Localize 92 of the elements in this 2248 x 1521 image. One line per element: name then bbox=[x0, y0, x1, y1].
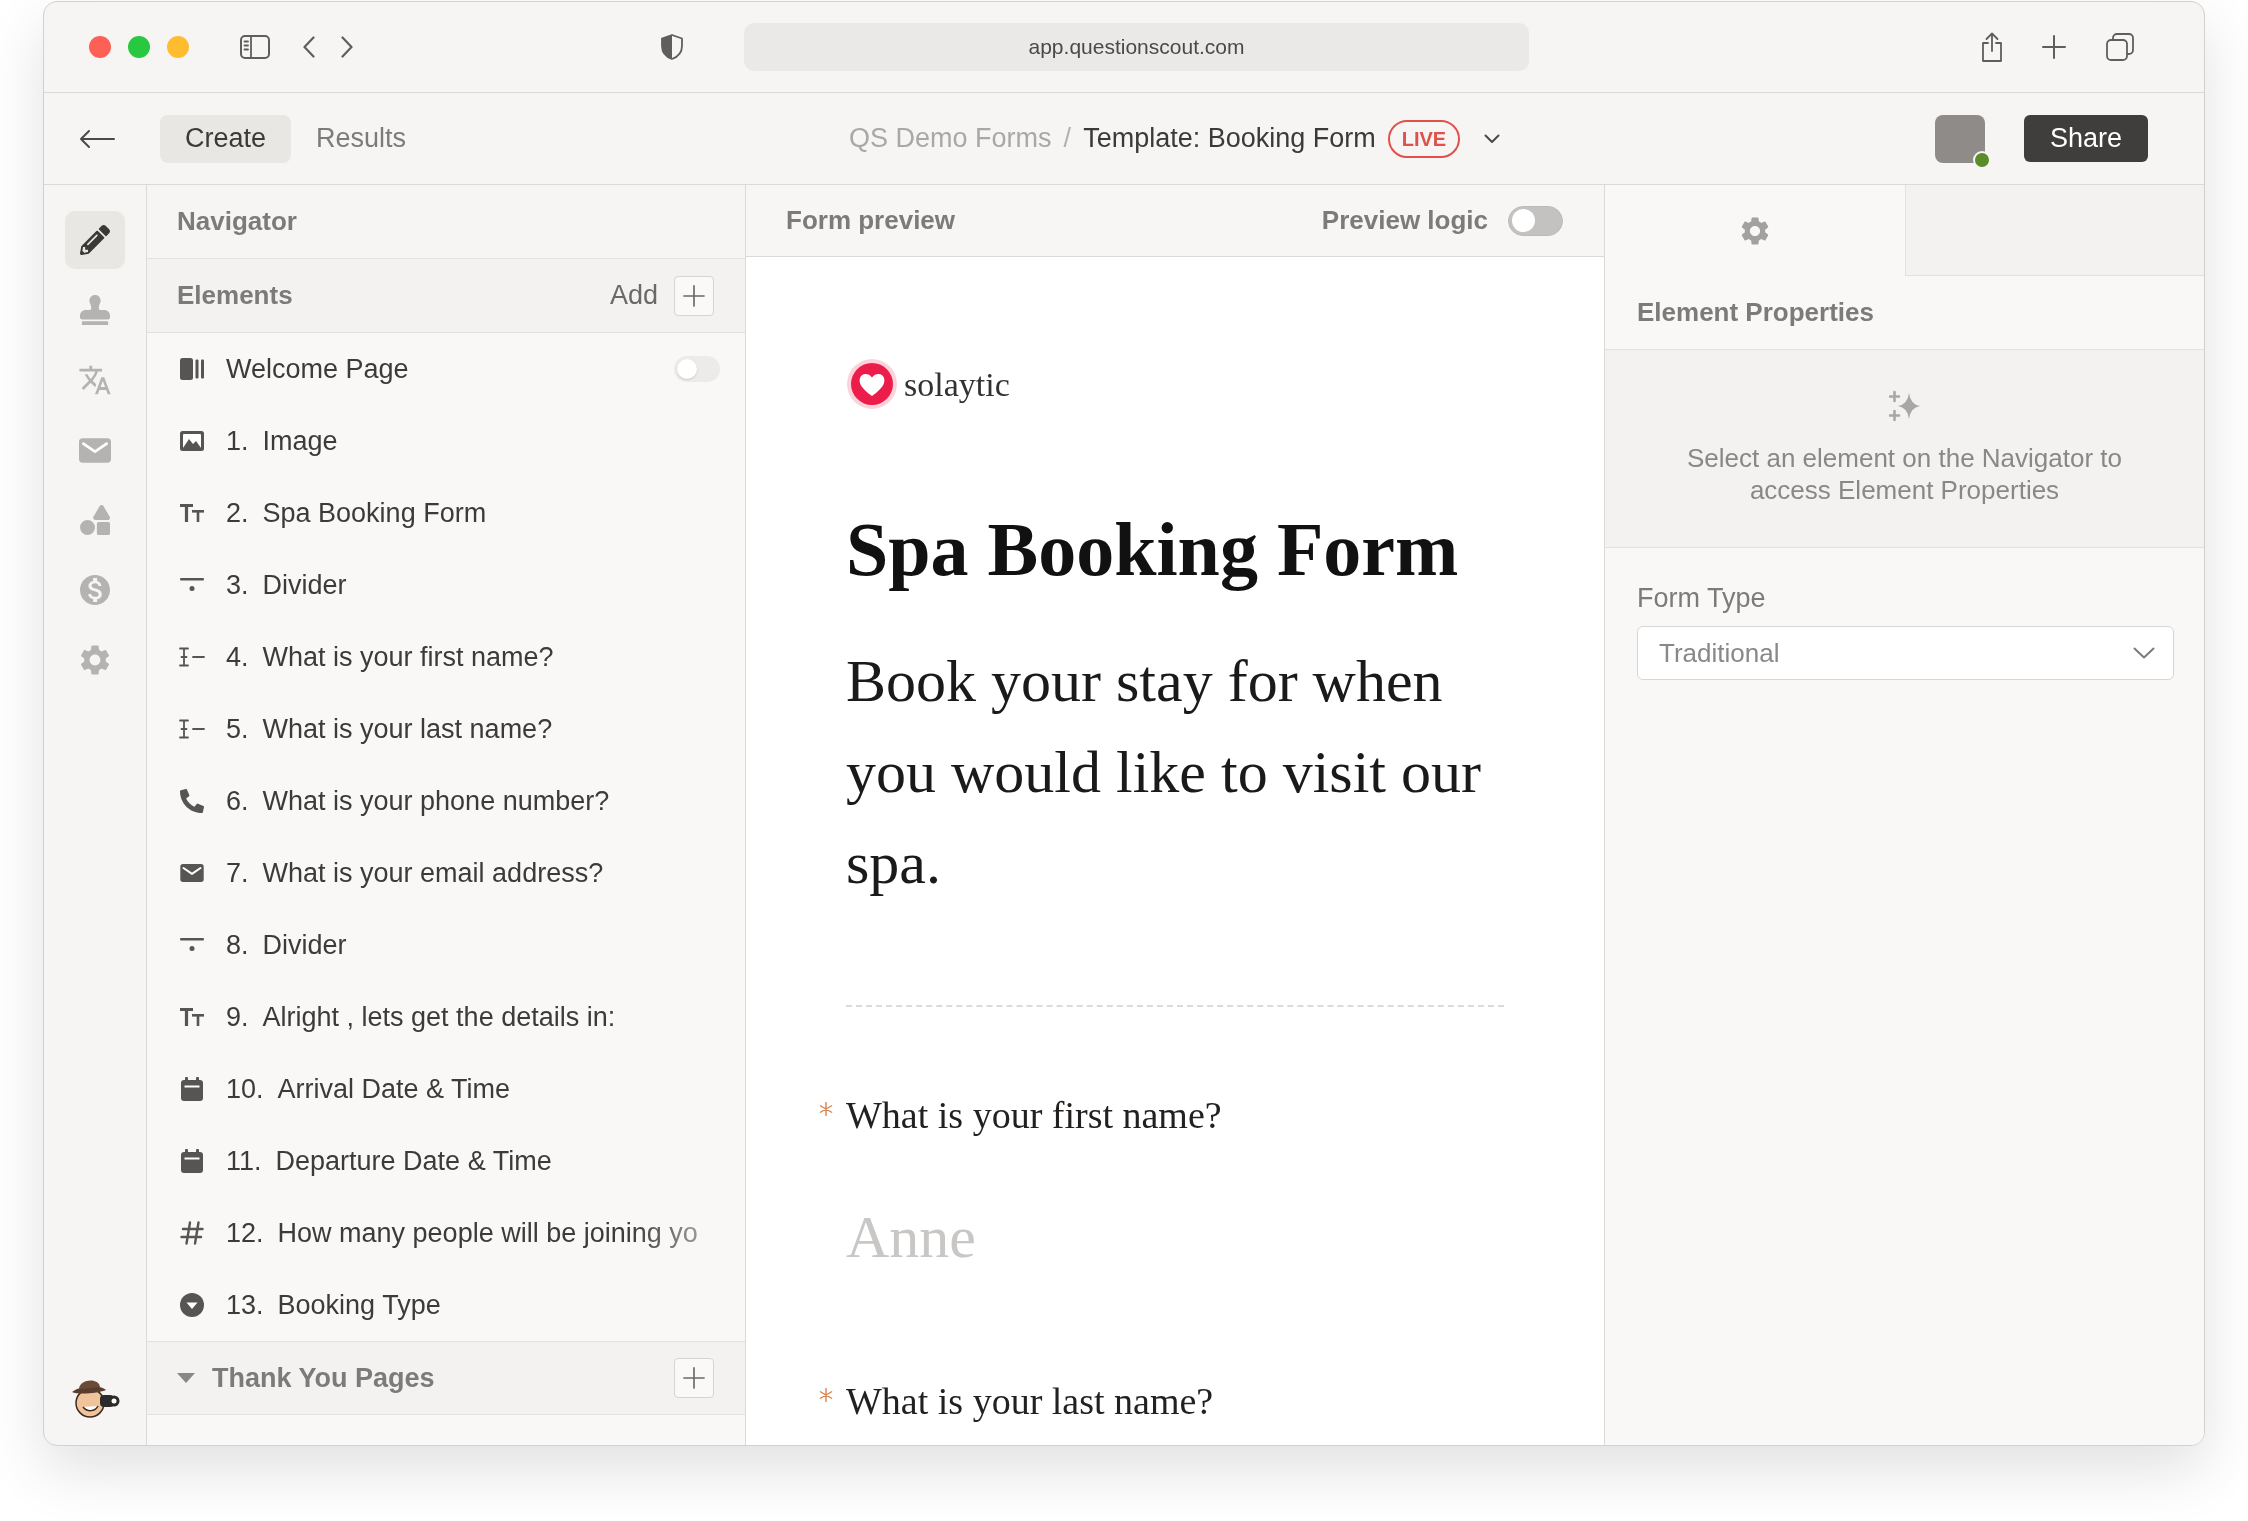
item-number: 4. bbox=[226, 640, 249, 674]
calendar-icon bbox=[181, 1077, 203, 1101]
add-page-button[interactable] bbox=[674, 1358, 714, 1398]
sidebar-tab[interactable] bbox=[65, 211, 125, 269]
chevron-down-icon bbox=[2133, 647, 2155, 659]
add-label[interactable]: Add bbox=[609, 275, 658, 316]
add-element-button[interactable] bbox=[674, 275, 714, 316]
share-button[interactable]: Share bbox=[2024, 115, 2148, 162]
element-label[interactable]: What is your phone number? bbox=[262, 780, 610, 822]
item-number: 11. bbox=[226, 1144, 262, 1178]
element-label[interactable]: Image bbox=[262, 420, 338, 462]
element-label[interactable]: Arrival Date & Time bbox=[277, 1068, 511, 1110]
window-zoom-button[interactable] bbox=[128, 36, 150, 58]
back-chevron-icon[interactable] bbox=[303, 36, 315, 58]
item-number: 9. bbox=[226, 1000, 249, 1034]
element-label[interactable]: Departure Date & Time bbox=[275, 1140, 552, 1182]
shield-icon[interactable] bbox=[661, 34, 683, 60]
welcome-page-toggle[interactable] bbox=[674, 356, 720, 382]
live-badge: LIVE bbox=[1387, 119, 1461, 158]
form-name: Template: Booking Form bbox=[1083, 122, 1376, 156]
envelope-icon bbox=[180, 864, 204, 882]
form-type-select[interactable]: Traditional bbox=[1637, 626, 2174, 680]
question-label: What is your first name? bbox=[846, 1093, 1222, 1138]
panel-title: Form preview bbox=[786, 204, 956, 237]
stamp-icon bbox=[80, 295, 110, 325]
logo-text: solaytic bbox=[904, 364, 1010, 405]
dropdown-circle-icon bbox=[180, 1293, 204, 1317]
element-label[interactable]: Spa Booking Form bbox=[262, 492, 487, 534]
shapes-icon bbox=[80, 505, 110, 535]
text-cursor-icon bbox=[179, 647, 205, 667]
nav-tab[interactable]: Results bbox=[291, 114, 432, 163]
item-number: 6. bbox=[226, 784, 249, 818]
text-size-icon bbox=[180, 1007, 204, 1027]
tabs-overview-icon[interactable] bbox=[2106, 33, 2134, 61]
breadcrumb-separator: / bbox=[1063, 122, 1072, 156]
empty-state-message: Select an element on the Navigator to access Element Properties bbox=[1685, 442, 2123, 506]
preview-logic-toggle[interactable] bbox=[1508, 205, 1563, 236]
element-label[interactable]: What is your first name? bbox=[262, 636, 554, 678]
divider-icon bbox=[180, 578, 204, 592]
item-number: 10. bbox=[226, 1072, 264, 1106]
heart-logo-icon bbox=[846, 358, 898, 410]
field-label: Form Type bbox=[1637, 582, 1767, 614]
section-title: Elements bbox=[177, 279, 293, 312]
phone-icon bbox=[180, 789, 204, 813]
item-number: 7. bbox=[226, 856, 249, 890]
sidebar-icon[interactable] bbox=[240, 35, 270, 59]
panel-title: Navigator bbox=[177, 205, 297, 238]
text-cursor-icon bbox=[179, 719, 205, 739]
divider-icon bbox=[180, 938, 204, 952]
window-close-button[interactable] bbox=[89, 36, 111, 58]
plus-icon bbox=[683, 1367, 705, 1389]
element-label[interactable]: What is your email address? bbox=[262, 852, 604, 894]
hashtag-icon bbox=[180, 1221, 204, 1245]
form-description: Book your stay for when you would like to visit our spa. bbox=[846, 647, 1482, 898]
section-title: Thank You Pages bbox=[212, 1361, 435, 1395]
element-label[interactable]: Welcome Page bbox=[226, 348, 409, 390]
calendar-icon bbox=[181, 1149, 203, 1173]
back-arrow-icon[interactable] bbox=[79, 128, 115, 149]
address-bar[interactable]: app.questionscout.com bbox=[744, 23, 1529, 71]
dollar-coin-icon bbox=[77, 572, 113, 608]
element-label[interactable]: Divider bbox=[262, 564, 347, 606]
forward-chevron-icon[interactable] bbox=[341, 36, 353, 58]
share-icon[interactable] bbox=[1980, 32, 2004, 62]
item-number: 8. bbox=[226, 928, 249, 962]
element-label[interactable]: What is your last name? bbox=[262, 708, 553, 750]
image-icon bbox=[180, 431, 204, 451]
translate-icon bbox=[78, 363, 112, 397]
item-number: 12. bbox=[226, 1216, 264, 1250]
panel-title: Element Properties bbox=[1637, 296, 1874, 329]
question-label: What is your last name? bbox=[846, 1379, 1214, 1424]
item-number: 3. bbox=[226, 568, 249, 602]
item-number: 5. bbox=[226, 712, 249, 746]
sparkle-icon bbox=[1888, 390, 1921, 422]
envelope-icon bbox=[79, 437, 111, 463]
element-label[interactable]: Alright , lets get the details in: bbox=[262, 996, 616, 1038]
nav-tab[interactable]: Create bbox=[160, 114, 292, 163]
plus-icon bbox=[683, 284, 705, 307]
new-tab-icon[interactable] bbox=[2042, 35, 2066, 59]
item-number: 1. bbox=[226, 424, 249, 458]
preview-logic-label: Preview logic bbox=[1321, 204, 1488, 237]
element-label[interactable]: How many people will be joining yo bbox=[277, 1212, 698, 1254]
form-title: Spa Booking Form bbox=[846, 506, 1460, 593]
text-size-icon bbox=[180, 503, 204, 523]
answer-input[interactable]: Anne bbox=[846, 1197, 1466, 1277]
caret-icon[interactable] bbox=[1484, 133, 1501, 144]
element-label[interactable]: Booking Type bbox=[277, 1284, 441, 1326]
item-number: 2. bbox=[226, 496, 249, 530]
page-panels-icon bbox=[180, 358, 204, 380]
avatar-photo-placeholder bbox=[1935, 114, 1985, 163]
element-label[interactable]: Divider bbox=[262, 924, 347, 966]
item-number: 13. bbox=[226, 1288, 264, 1322]
pencil-icon bbox=[80, 225, 110, 255]
